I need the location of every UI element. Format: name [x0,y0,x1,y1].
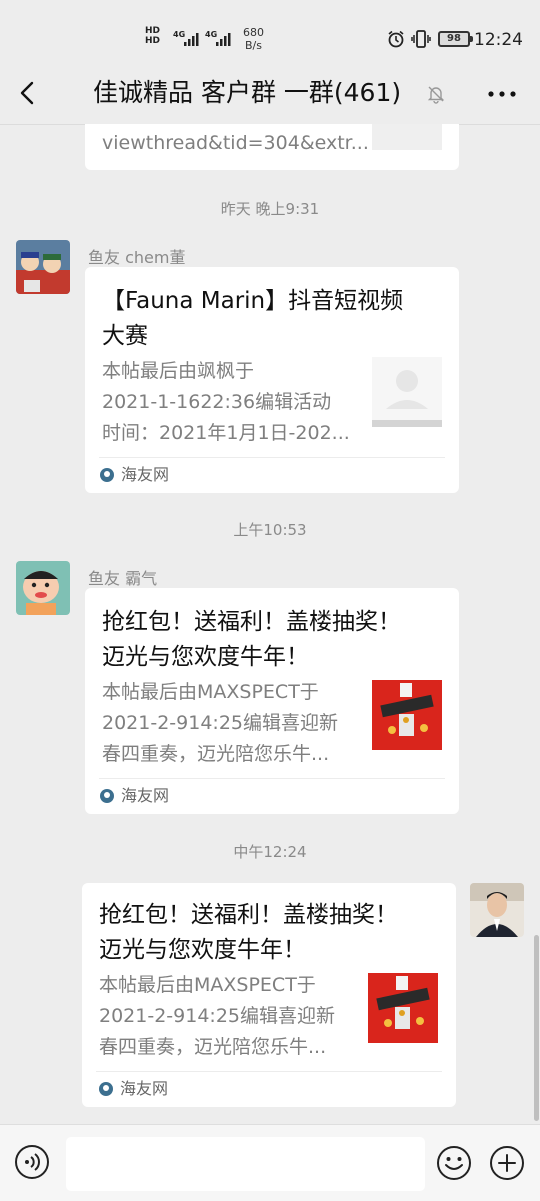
speed-unit: B/s [245,39,262,52]
thumbnail-graphic [372,680,442,750]
chat-title: 佳诚精品 客户群 一群(461) [93,78,402,107]
card-title-line: 迈光与您欢度牛年！ [102,644,309,670]
card-title-line: 【Fauna Marin】抖音短视频 [102,288,404,314]
alarm-icon [388,30,404,48]
avatar-image [16,561,70,615]
speed-value: 680 [243,26,264,39]
card-description-line: 2021-1-1622:36编辑活动 [102,391,332,413]
card-description-partial: viewthread&tid=304&extr... [102,132,369,154]
network-speed: 680 B/s [243,26,264,52]
message-input[interactable] [66,1137,425,1191]
link-thumbnail [372,680,442,750]
hd-label-1: HD [145,26,161,36]
thumbnail-graphic [368,973,438,1043]
avatar-image [16,240,70,294]
card-source: 海友网 [120,1079,169,1098]
signal-icon-1: 4G [173,30,199,46]
card-description-line: 本帖最后由飒枫于 [102,360,255,382]
card-description-line: 本帖最后由MAXSPECT于 [99,974,316,996]
card-title-line: 大赛 [102,323,148,349]
source-app-icon [100,789,114,803]
card-source: 海友网 [121,786,170,805]
svg-text:4G: 4G [173,30,185,39]
scrollbar[interactable] [534,935,539,1121]
avatar[interactable] [16,240,70,294]
message-timestamp: 中午12:24 [233,843,307,861]
clock: 12:24 [474,30,523,50]
more-options-button[interactable] [482,82,522,106]
sender-name: 鱼友 霸气 [88,569,158,588]
card-source: 海友网 [121,465,170,484]
card-divider [99,457,445,458]
source-app-icon [99,1082,113,1096]
link-thumbnail [372,357,442,427]
card-title-line: 迈光与您欢度牛年！ [99,937,306,963]
card-description-line: 本帖最后由MAXSPECT于 [102,681,319,703]
card-description-line: 2021-2-914:25编辑喜迎新 [99,1005,335,1027]
avatar[interactable] [16,561,70,615]
card-description-line: 2021-2-914:25编辑喜迎新 [102,712,338,734]
message-timestamp: 上午10:53 [233,521,307,539]
back-button[interactable] [14,78,44,108]
link-card-sent[interactable]: 抢红包！送福利！盖楼抽奖！ 迈光与您欢度牛年！ 本帖最后由MAXSPECT于 2… [82,883,456,1107]
chat-header: 佳诚精品 客户群 一群(461) [0,62,540,125]
card-divider [99,778,445,779]
link-thumbnail [368,973,438,1043]
svg-text:4G: 4G [205,30,217,39]
input-bar [0,1124,540,1201]
hd-label-2: HD [145,36,161,46]
voice-input-button[interactable] [15,1145,49,1179]
signal-icon-2: 4G [205,30,231,46]
thumbnail-graphic [372,124,442,150]
card-description-line: 时间：2021年1月1日-202... [102,422,350,444]
card-title-line: 抢红包！送福利！盖楼抽奖！ [102,609,401,635]
vibrate-icon [411,30,431,48]
message-timestamp: 昨天 晚上9:31 [220,200,320,218]
mute-bell-icon [427,86,445,104]
source-app-icon [100,468,114,482]
voice-icon [25,1153,40,1171]
hd-indicator: HD HD [145,26,160,46]
sender-name: 鱼友 chem董 [88,248,186,267]
link-card[interactable]: 【Fauna Marin】抖音短视频 大赛 本帖最后由飒枫于 2021-1-16… [85,267,459,493]
card-description-line: 春四重奏，迈光陪您乐牛... [102,743,330,765]
battery-icon: 98 [438,31,473,47]
more-functions-button[interactable] [489,1145,525,1181]
link-thumbnail-partial [372,124,442,150]
avatar-image [470,883,524,937]
card-title-line: 抢红包！送福利！盖楼抽奖！ [99,902,398,928]
link-card-partial[interactable]: viewthread&tid=304&extr... [85,124,459,170]
avatar[interactable] [470,883,524,937]
card-divider [96,1071,442,1072]
chat-message-list[interactable]: viewthread&tid=304&extr... 昨天 晚上9:31 鱼友 … [0,124,540,1124]
thumbnail-graphic [372,357,442,427]
link-card[interactable]: 抢红包！送福利！盖楼抽奖！ 迈光与您欢度牛年！ 本帖最后由MAXSPECT于 2… [85,588,459,814]
card-description-line: 春四重奏，迈光陪您乐牛... [99,1036,327,1058]
emoji-button[interactable] [436,1145,472,1181]
